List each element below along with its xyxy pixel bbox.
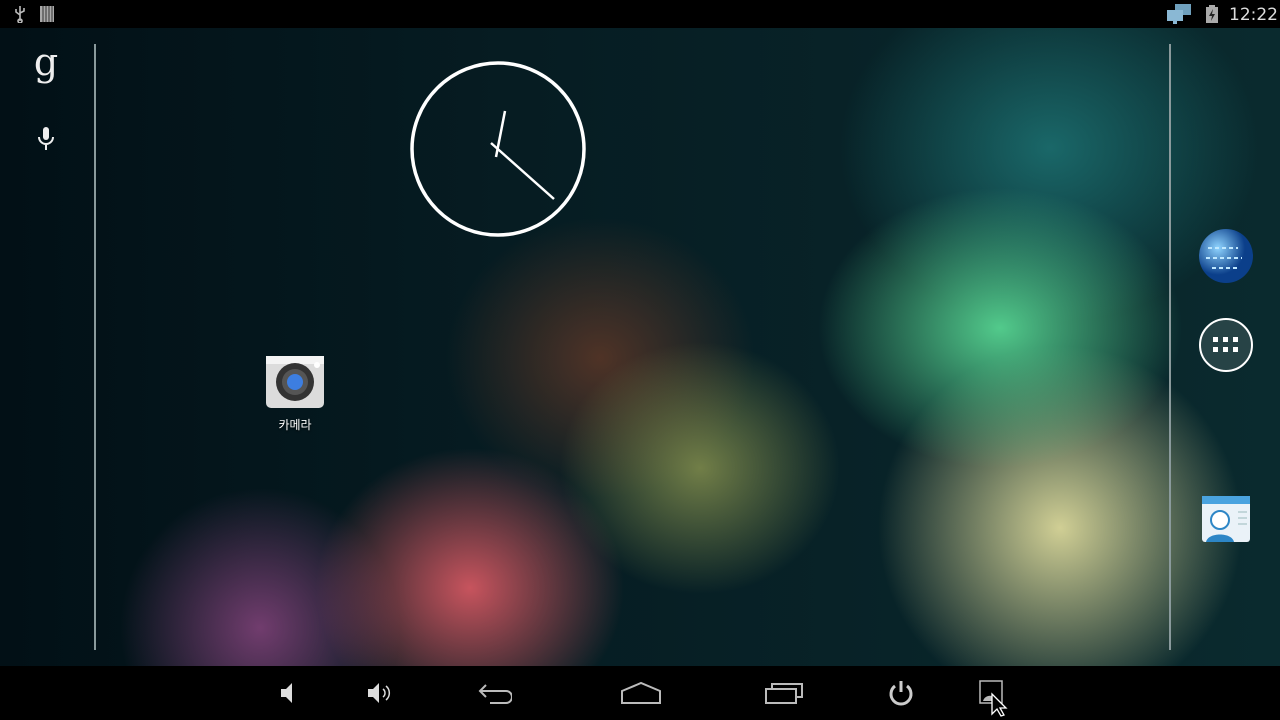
volume-up-button[interactable] [362, 678, 396, 708]
navigation-bar [0, 666, 1280, 720]
home-screen: g 카메라 [0, 28, 1280, 666]
app-shortcut-camera[interactable]: 카메라 [255, 352, 335, 433]
home-button[interactable] [620, 678, 662, 708]
volume-down-icon [281, 683, 292, 703]
back-button[interactable] [478, 678, 512, 708]
status-time: 12:22 [1229, 5, 1278, 25]
left-divider [94, 44, 96, 650]
contacts-icon[interactable] [1198, 490, 1254, 546]
status-bar: 12:22 [0, 0, 1280, 28]
volume-down-button[interactable] [272, 678, 306, 708]
app-label: 카메라 [278, 418, 312, 432]
camera-icon [266, 356, 324, 408]
home-icon [621, 681, 661, 704]
browser-icon[interactable] [1198, 228, 1254, 284]
screenshot-icon [979, 680, 1008, 717]
google-icon: g [33, 40, 59, 84]
power-button[interactable] [884, 678, 918, 708]
google-search-button[interactable]: g [30, 42, 62, 86]
battery-charging-icon [1206, 5, 1218, 23]
mic-icon[interactable] [36, 126, 56, 152]
power-icon [889, 681, 913, 706]
usb-icon [15, 6, 25, 23]
storage-icon [40, 6, 54, 22]
recents-button[interactable] [764, 678, 806, 708]
recents-icon [765, 683, 803, 704]
volume-up-icon [368, 683, 391, 703]
back-icon [478, 684, 512, 704]
app-drawer-button[interactable] [1199, 318, 1253, 372]
network-icon [1167, 4, 1191, 24]
analog-clock-widget[interactable] [408, 59, 588, 239]
app-drawer-icon [1213, 337, 1238, 352]
screenshot-button[interactable] [975, 678, 1009, 717]
right-divider [1169, 44, 1171, 650]
